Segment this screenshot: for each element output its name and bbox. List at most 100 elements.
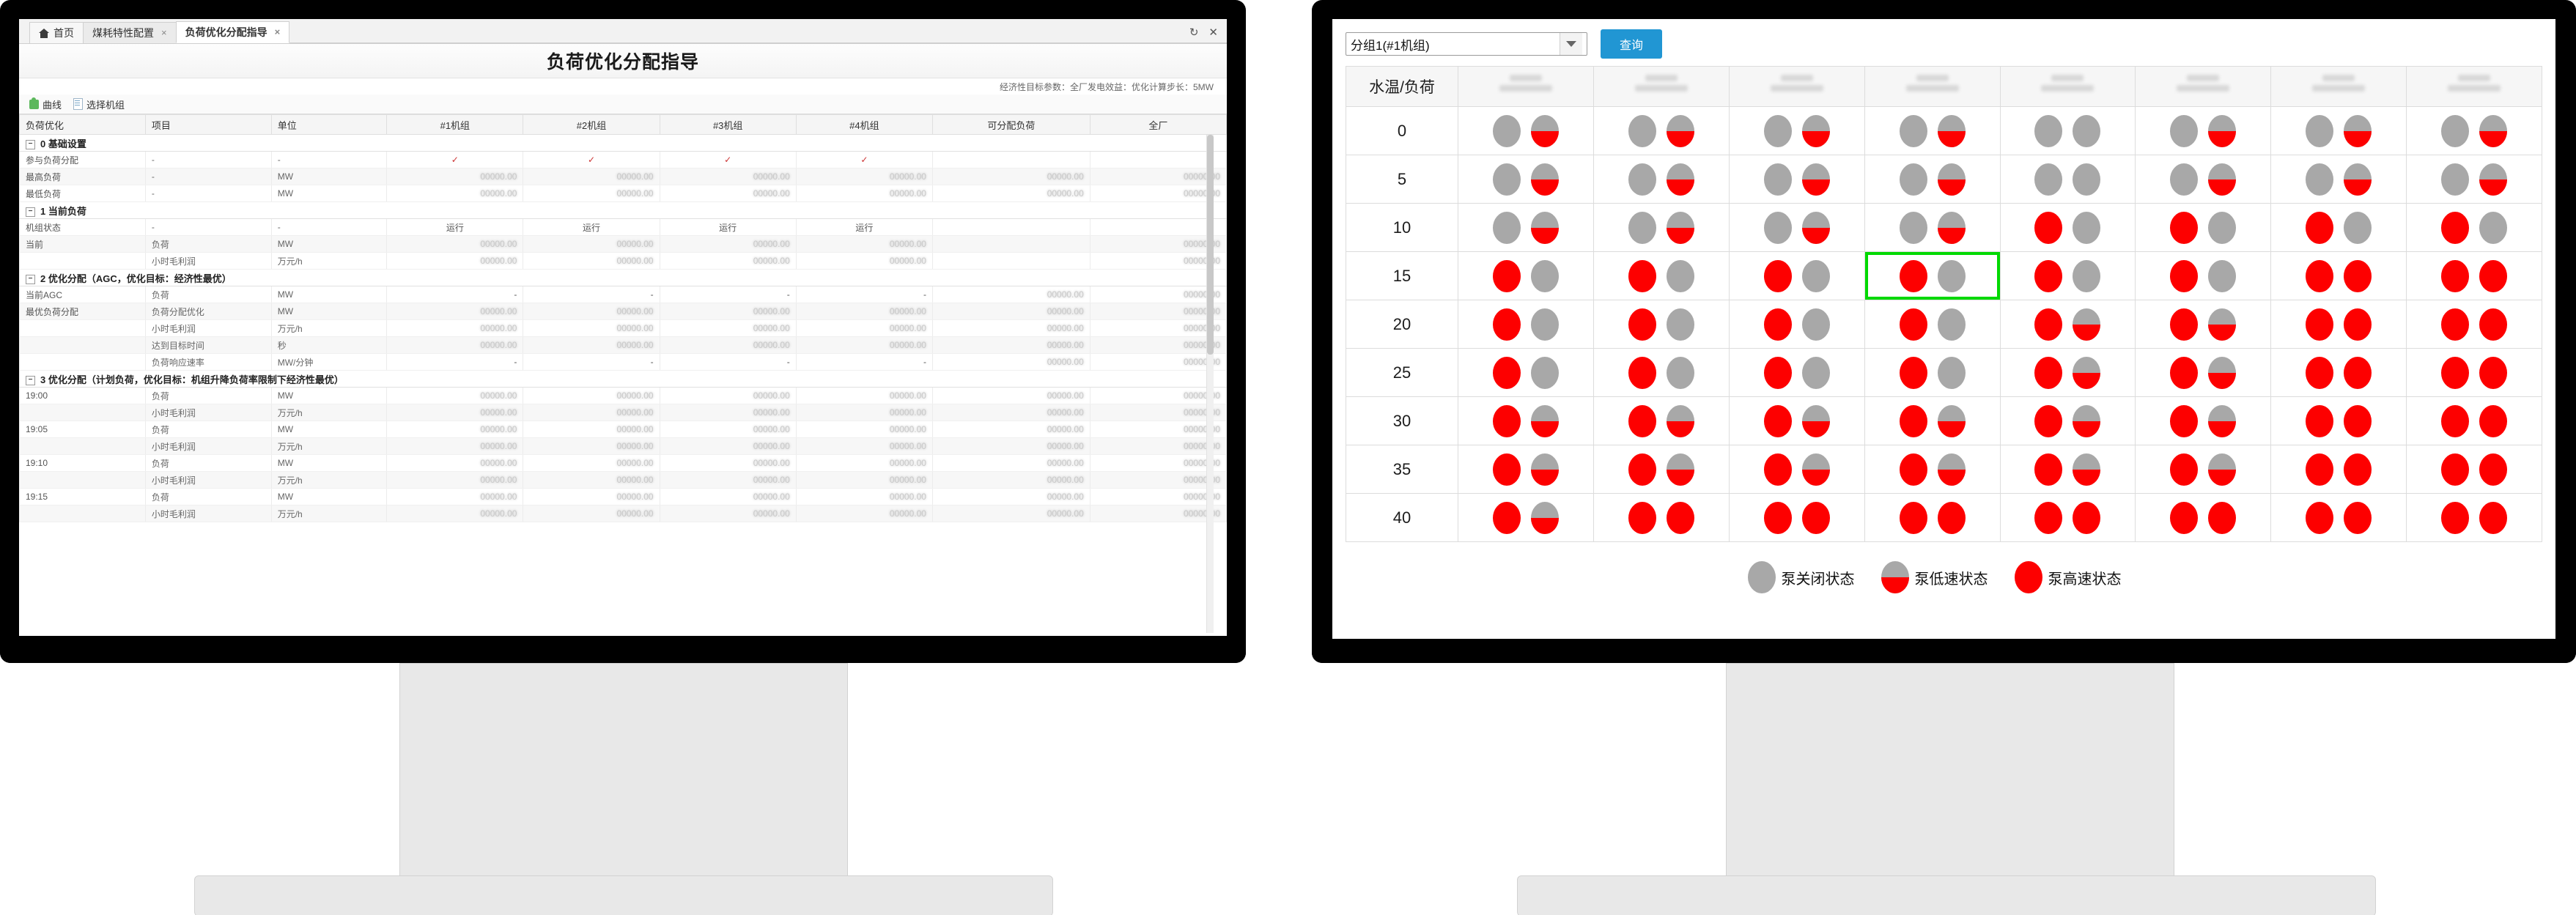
pump-cell[interactable] <box>1593 106 1730 155</box>
pump-indicator-high[interactable] <box>2034 404 2063 437</box>
table-row[interactable]: 19:15 负荷 MW 00000.00 00000.00 00000.00 00000.0… <box>19 488 1227 505</box>
pump-indicator-high[interactable] <box>2479 308 2508 341</box>
pump-column-header-4[interactable] <box>1999 66 2136 107</box>
pump-indicator-high[interactable] <box>1492 356 1521 389</box>
table-row[interactable]: 小时毛利润 万元/h 00000.00 00000.00 00000.00 00000.0… <box>19 319 1227 337</box>
pump-cell[interactable] <box>1458 251 1594 300</box>
pump-indicator-off[interactable] <box>1530 259 1559 292</box>
pump-column-header-6[interactable] <box>2270 66 2407 107</box>
collapse-icon[interactable]: − <box>26 207 35 217</box>
pump-cell[interactable] <box>1728 203 1865 252</box>
pump-indicator-high[interactable] <box>2344 259 2372 292</box>
pump-indicator-off[interactable] <box>1628 163 1656 196</box>
pump-indicator-high[interactable] <box>2306 453 2334 486</box>
pump-indicator-low[interactable] <box>1801 163 1830 196</box>
pump-indicator-high[interactable] <box>1763 356 1792 389</box>
pump-cell[interactable] <box>1864 106 2001 155</box>
pump-cell[interactable] <box>2135 203 2272 252</box>
pump-indicator-high[interactable] <box>2306 501 2334 534</box>
tab-close-icon[interactable]: × <box>161 23 167 43</box>
pump-indicator-high[interactable] <box>2344 356 2372 389</box>
checkmark-icon[interactable]: ✓ <box>451 155 459 165</box>
pump-indicator-low[interactable] <box>2208 404 2237 437</box>
pump-indicator-off[interactable] <box>1937 259 1966 292</box>
pump-indicator-high[interactable] <box>2479 501 2508 534</box>
pump-cell[interactable] <box>1999 493 2136 542</box>
pump-indicator-off[interactable] <box>2479 211 2508 244</box>
pump-column-header-5[interactable] <box>2135 66 2272 107</box>
pump-indicator-low[interactable] <box>1937 453 1966 486</box>
pump-cell[interactable] <box>1458 155 1594 204</box>
pump-cell[interactable] <box>1728 493 1865 542</box>
pump-indicator-low[interactable] <box>1801 114 1830 147</box>
table-row[interactable]: 机组状态 - - 运行 运行 运行 运行 <box>19 218 1227 236</box>
table-group-row[interactable]: −1 当前负荷 <box>19 201 1227 219</box>
pump-indicator-low[interactable] <box>1937 211 1966 244</box>
scrollbar-thumb[interactable] <box>1207 135 1214 355</box>
pump-cell[interactable] <box>1593 155 1730 204</box>
column-header-5[interactable]: #3机组 <box>659 114 797 135</box>
pump-cell[interactable] <box>1864 493 2001 542</box>
pump-cell[interactable] <box>1864 445 2001 494</box>
pump-indicator-low[interactable] <box>1530 114 1559 147</box>
pump-indicator-low[interactable] <box>1666 163 1694 196</box>
pump-cell[interactable] <box>1728 155 1865 204</box>
pump-indicator-high[interactable] <box>1492 259 1521 292</box>
pump-cell[interactable] <box>2270 300 2407 349</box>
pump-indicator-off[interactable] <box>2170 114 2199 147</box>
pump-indicator-off[interactable] <box>2073 163 2101 196</box>
pump-cell[interactable] <box>2135 106 2272 155</box>
pump-cell[interactable] <box>1458 348 1594 397</box>
pump-indicator-high[interactable] <box>1628 453 1656 486</box>
checkmark-icon[interactable]: ✓ <box>860 155 868 165</box>
pump-indicator-off[interactable] <box>1899 163 1927 196</box>
pump-cell[interactable] <box>1593 445 1730 494</box>
pump-cell[interactable] <box>1593 300 1730 349</box>
pump-indicator-off[interactable] <box>2073 114 2101 147</box>
table-row[interactable]: 小时毛利润 万元/h 00000.00 00000.00 00000.00 00000.0… <box>19 505 1227 522</box>
pump-cell[interactable] <box>1593 493 1730 542</box>
pump-indicator-low[interactable] <box>1937 163 1966 196</box>
pump-cell[interactable] <box>1864 396 2001 445</box>
pump-indicator-high[interactable] <box>1763 453 1792 486</box>
pump-indicator-off[interactable] <box>1492 211 1521 244</box>
pump-indicator-low[interactable] <box>1937 404 1966 437</box>
pump-cell[interactable] <box>1864 203 2001 252</box>
pump-cell[interactable] <box>2135 493 2272 542</box>
pump-indicator-high[interactable] <box>2170 308 2199 341</box>
tab-2[interactable]: 负荷优化分配指导 × <box>175 21 290 43</box>
pump-cell[interactable] <box>1999 106 2136 155</box>
pump-indicator-off[interactable] <box>2208 211 2237 244</box>
pump-indicator-high[interactable] <box>2344 308 2372 341</box>
pump-indicator-high[interactable] <box>2170 404 2199 437</box>
pump-column-header-0[interactable] <box>1458 66 1594 107</box>
pump-indicator-high[interactable] <box>1628 259 1656 292</box>
pump-indicator-off[interactable] <box>1801 356 1830 389</box>
pump-cell[interactable] <box>1999 251 2136 300</box>
pump-indicator-low[interactable] <box>2208 308 2237 341</box>
pump-indicator-off[interactable] <box>1492 163 1521 196</box>
pump-indicator-high[interactable] <box>1937 501 1966 534</box>
pump-indicator-low[interactable] <box>2208 453 2237 486</box>
pump-cell[interactable] <box>1864 155 2001 204</box>
pump-cell[interactable] <box>1458 106 1594 155</box>
table-row[interactable]: 当前AGC 负荷 MW - - - -00000.00 00000.00 <box>19 286 1227 303</box>
pump-cell[interactable] <box>1458 396 1594 445</box>
table-row[interactable]: 小时毛利润 万元/h 00000.00 00000.00 00000.00 00000.0… <box>19 471 1227 489</box>
table-row[interactable]: 19:05 负荷 MW 00000.00 00000.00 00000.00 00000.0… <box>19 421 1227 438</box>
pump-indicator-off[interactable] <box>1492 114 1521 147</box>
pump-indicator-high[interactable] <box>2034 453 2063 486</box>
pump-indicator-high[interactable] <box>2441 356 2470 389</box>
pump-cell[interactable] <box>1728 348 1865 397</box>
pump-cell[interactable] <box>1728 300 1865 349</box>
pump-cell[interactable] <box>2406 493 2542 542</box>
pump-indicator-off[interactable] <box>2344 211 2372 244</box>
pump-indicator-high[interactable] <box>2306 259 2334 292</box>
pump-cell[interactable] <box>1999 155 2136 204</box>
pump-indicator-off[interactable] <box>1530 356 1559 389</box>
pump-indicator-high[interactable] <box>2306 211 2334 244</box>
pump-indicator-low[interactable] <box>1530 163 1559 196</box>
pump-indicator-low[interactable] <box>2208 114 2237 147</box>
collapse-icon[interactable]: − <box>26 139 35 149</box>
toolbar-item-select-unit[interactable]: 选择机组 <box>73 97 125 111</box>
